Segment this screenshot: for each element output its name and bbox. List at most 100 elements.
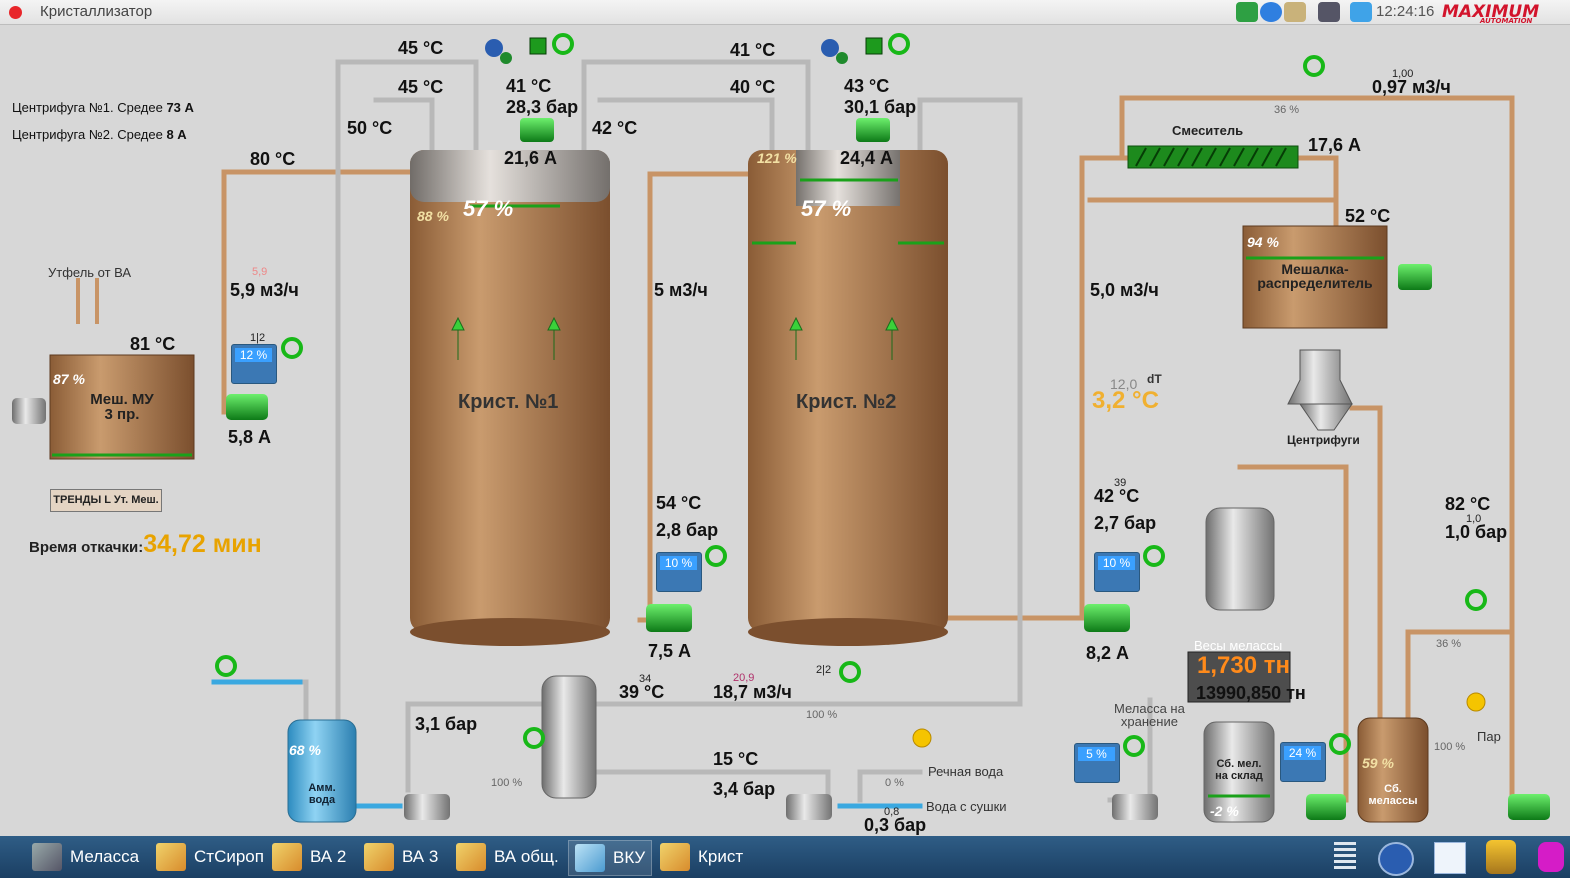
storage-label: Меласса на хранение (1114, 702, 1185, 728)
task-cryst[interactable]: Крист (654, 840, 749, 874)
warehouse-controller[interactable]: 24 % (1280, 742, 1326, 782)
trend-chart-icon[interactable] (1434, 842, 1466, 874)
scales-weight: 1,730 тн (1197, 652, 1290, 679)
molasses-screen-icon (32, 843, 62, 871)
mixer-mu-name[interactable]: Меш. МУ 3 пр. (50, 392, 194, 422)
dry-pressure: 0,3 бар (864, 815, 927, 835)
centrifuges-label[interactable]: Центрифуги (1287, 433, 1360, 447)
chat-icon[interactable] (1260, 2, 1282, 22)
exchanger-flow: 18,7 м3/ч (713, 682, 792, 702)
warehouse-tank-line1: Сб. мел. (1216, 758, 1262, 770)
ammonia-valve-pct: 100 % (491, 777, 523, 789)
ammonia-tank-name[interactable]: Амм. вода (288, 782, 356, 806)
list-icon[interactable] (1334, 842, 1356, 872)
cryst2-t-in1: 41 °C (730, 40, 776, 60)
cryst1-motor-pressure: 28,3 бар (506, 97, 579, 117)
close-icon[interactable] (9, 6, 22, 19)
mixer-mu-flow-sp: 5,9 (252, 266, 268, 278)
task-va-common-label: ВА общ. (494, 847, 559, 866)
storage-ctrl-pct: 5 % (1078, 747, 1115, 761)
cryst1-t-in1: 45 °C (398, 38, 444, 58)
mixer-mu-ctrl-id: 1|2 (250, 332, 266, 344)
hand-icon[interactable] (1538, 842, 1564, 872)
molasses-tank-level: 59 % (1362, 755, 1394, 771)
mixer-mu-temp: 81 °C (130, 334, 176, 354)
molasses-tank-name[interactable]: Сб. мелассы (1358, 783, 1428, 807)
mixer-mu-name-line2: 3 пр. (104, 406, 140, 423)
syrup-screen-icon (156, 843, 186, 871)
centrifuge1-avg: Центрифуга №1. Средее 73 А (12, 100, 194, 115)
warehouse-tank-level: -2 % (1210, 803, 1239, 819)
cryst2-name[interactable]: Крист. №2 (796, 391, 896, 414)
operator-icon[interactable] (1318, 2, 1340, 22)
task-vku[interactable]: ВКУ (568, 840, 653, 876)
svg-text:AUTOMATION: AUTOMATION (1479, 17, 1533, 24)
cryst1-out-temp: 42 °C (592, 118, 638, 138)
task-syrup-label: СтСироп (194, 847, 264, 866)
pump-time-label: Время откачки: (29, 539, 144, 556)
task-syrup[interactable]: СтСироп (150, 840, 270, 874)
cryst1-pump-pressure: 2,8 бар (656, 520, 719, 540)
cryst2-pump-temp: 42 °C (1094, 486, 1140, 506)
trend-button[interactable]: ТРЕНДЫ L Ут. Меш. (50, 489, 162, 512)
mixer-mu-controller[interactable]: 12 % (231, 344, 277, 384)
warehouse-tank-name[interactable]: Сб. мел. на склад (1204, 758, 1274, 782)
dt-value: 3,2 °C (1092, 387, 1159, 414)
ammonia-line2: вода (308, 794, 336, 806)
cryst1-t-in2: 45 °C (398, 77, 444, 97)
molasses-tank-line2: мелассы (1368, 795, 1418, 807)
cryst2-pump-current: 8,2 А (1086, 643, 1130, 663)
cryst1-motor-current: 21,6 А (504, 148, 558, 168)
centrifuge1-avg-label: Центрифуга №1. Средее (12, 100, 163, 115)
task-molasses[interactable]: Мелаcса (26, 840, 145, 874)
task-cryst-label: Крист (698, 847, 744, 866)
exchanger-valve-id: 2|2 (816, 664, 832, 676)
cryst1-name[interactable]: Крист. №1 (458, 391, 558, 414)
mixer-mu-ctrl-pct: 12 % (235, 348, 272, 362)
water-temp: 15 °C (713, 749, 759, 769)
massecuite-input-label: Утфель от ВА (48, 265, 132, 280)
va-common-screen-icon (456, 843, 486, 871)
molasses-pressure: 1,0 бар (1445, 522, 1508, 542)
storage-controller[interactable]: 5 % (1074, 743, 1120, 783)
cryst1-out-flow: 5 м3/ч (654, 280, 708, 300)
ammonia-level: 68 % (289, 742, 321, 758)
cryst2-motor-pressure: 30,1 бар (844, 97, 917, 117)
scales-label: Весы мелассы (1194, 638, 1283, 653)
engineer-icon[interactable] (1486, 840, 1516, 874)
task-va-common[interactable]: ВА общ. (450, 840, 565, 874)
pump-time-value: 34,72 мин (143, 530, 262, 558)
users-icon[interactable] (1284, 2, 1306, 22)
warehouse-tank-line2: на склад (1215, 770, 1263, 782)
company-logo: MAXIMUM AUTOMATION (1440, 0, 1552, 25)
settings-gear-icon[interactable] (1378, 842, 1414, 876)
distributor-temp: 52 °C (1345, 206, 1391, 226)
task-va2-label: ВА 2 (310, 847, 347, 866)
warehouse-ctrl-pct: 24 % (1284, 746, 1321, 760)
storage-label-line2: хранение (1120, 714, 1178, 729)
cryst1-pump-controller[interactable]: 10 % (656, 552, 702, 592)
task-va3-label: ВА 3 (402, 847, 439, 866)
cryst-screen-icon (660, 843, 690, 871)
centrifuge2-avg: Центрифуга №2. Средее 8 А (12, 127, 187, 142)
task-va2[interactable]: ВА 2 (266, 840, 352, 874)
exchanger-valve-pct: 100 % (806, 709, 838, 721)
exchanger-temp: 39 °C (619, 682, 665, 702)
task-va3[interactable]: ВА 3 (358, 840, 444, 874)
centrifuge2-avg-label: Центрифуга №2. Средее (12, 127, 163, 142)
cryst2-pump-controller[interactable]: 10 % (1094, 552, 1140, 592)
water-pressure: 3,4 бар (713, 779, 776, 799)
plus-icon[interactable] (1236, 2, 1258, 22)
cryst1-t-side: 50 °C (347, 118, 393, 138)
distributor-name-line1: Мешалка- (1281, 261, 1349, 277)
distributor-name[interactable]: Мешалка- распределитель (1243, 262, 1387, 290)
molasses-tank-line1: Сб. (1384, 783, 1402, 795)
dt-label: dT (1147, 372, 1162, 386)
telegram-icon[interactable] (1350, 2, 1372, 22)
window-title: Кристаллизатор (40, 3, 153, 20)
cryst1-pump-temp: 54 °C (656, 493, 702, 513)
task-molasses-label: Мелаcса (70, 847, 140, 866)
ammonia-line1: Амм. (308, 782, 336, 794)
va3-screen-icon (364, 843, 394, 871)
cryst2-motor-current: 24,4 А (840, 148, 894, 168)
